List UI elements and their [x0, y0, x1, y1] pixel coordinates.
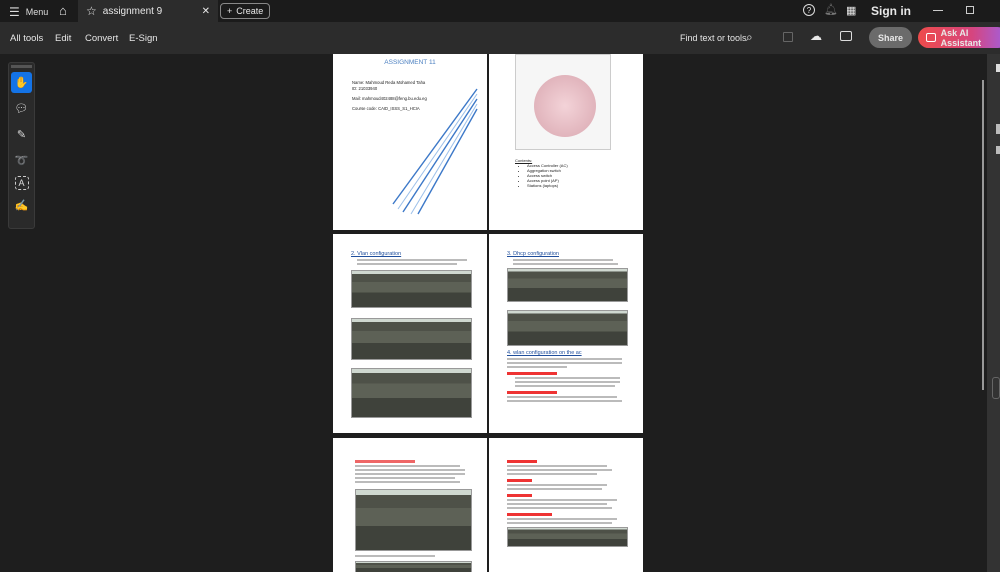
- help-icon[interactable]: ?: [803, 4, 815, 16]
- hamburger-icon: ☰: [9, 5, 20, 19]
- page-thumbnail-6: [489, 438, 643, 572]
- ask-ai-button[interactable]: Ask AI Assistant: [918, 27, 1000, 48]
- esign-menu[interactable]: E-Sign: [129, 33, 158, 44]
- screenshot-image: [507, 268, 628, 302]
- page-thumbnail-5: [333, 438, 487, 572]
- text-box-icon[interactable]: A: [14, 176, 29, 190]
- plus-icon: +: [227, 6, 233, 16]
- convert-menu[interactable]: Convert: [85, 33, 118, 44]
- hand-tool-icon[interactable]: ✋: [11, 72, 32, 93]
- screenshot-image: [351, 270, 472, 308]
- tab-assignment[interactable]: ☆ assignment 9 ✕: [78, 0, 218, 22]
- all-tools-menu[interactable]: All tools: [10, 33, 43, 44]
- right-panel-rail: [987, 54, 1000, 572]
- panel-collapse-button[interactable]: [992, 377, 1000, 399]
- menu-button[interactable]: ☰ Menu: [9, 5, 48, 19]
- save-icon[interactable]: [783, 32, 793, 42]
- panel-icon[interactable]: [996, 124, 1000, 134]
- share-button[interactable]: Share: [869, 27, 912, 48]
- vertical-scrollbar[interactable]: [982, 80, 984, 390]
- page-thumbnail-3: 2. Vlan configuration: [333, 234, 487, 433]
- ai-chat-icon: [926, 33, 936, 42]
- star-icon: ☆: [86, 4, 97, 18]
- panel-icon[interactable]: [996, 146, 1000, 154]
- minimize-icon[interactable]: [933, 10, 943, 11]
- page-thumbnail-2: Contents: Access Controller (AC) Aggrega…: [489, 54, 643, 230]
- title-bar: ☰ Menu ⌂ ☆ assignment 9 ✕ + Create ? 🔔︎ ▦ Si…: [0, 0, 1000, 22]
- highlight-pen-icon[interactable]: ✎: [11, 124, 32, 145]
- restore-icon[interactable]: [966, 6, 974, 14]
- create-button[interactable]: + Create: [220, 3, 271, 19]
- sign-icon[interactable]: ✍: [11, 195, 32, 216]
- home-icon[interactable]: ⌂: [59, 3, 67, 18]
- screenshot-image: [351, 318, 472, 360]
- close-tab-icon[interactable]: ✕: [202, 6, 210, 17]
- screenshot-image: [507, 527, 628, 547]
- page-thumbnail-1: ASSIGNMENT 11 Name: Mahmoud Reda Mohamed…: [333, 54, 487, 230]
- page-thumbnail-4: 3. Dhcp configuration 4. wlan configurat…: [489, 234, 643, 433]
- sign-in-button[interactable]: Sign in: [871, 4, 911, 18]
- screenshot-image: [351, 368, 472, 418]
- print-icon[interactable]: [840, 31, 852, 41]
- edit-menu[interactable]: Edit: [55, 33, 71, 44]
- screenshot-image: [507, 310, 628, 346]
- panel-icon[interactable]: [996, 64, 1000, 72]
- topology-image: [515, 54, 611, 150]
- find-tools-button[interactable]: Find text or tools: [680, 33, 747, 43]
- comment-icon[interactable]: 💬︎: [11, 98, 32, 119]
- draw-lasso-icon[interactable]: ➰: [11, 150, 32, 171]
- apps-grid-icon[interactable]: ▦: [846, 4, 856, 17]
- decorative-lines: [392, 88, 478, 215]
- upload-cloud-icon[interactable]: ☁: [810, 29, 822, 43]
- screenshot-image: [355, 561, 472, 572]
- quick-tools-panel: ✋ 💬︎ ✎ ➰ A ✍: [8, 62, 35, 229]
- screenshot-image: [355, 489, 472, 551]
- bell-icon[interactable]: 🔔︎: [824, 3, 838, 16]
- search-icon[interactable]: ⌕: [746, 30, 753, 45]
